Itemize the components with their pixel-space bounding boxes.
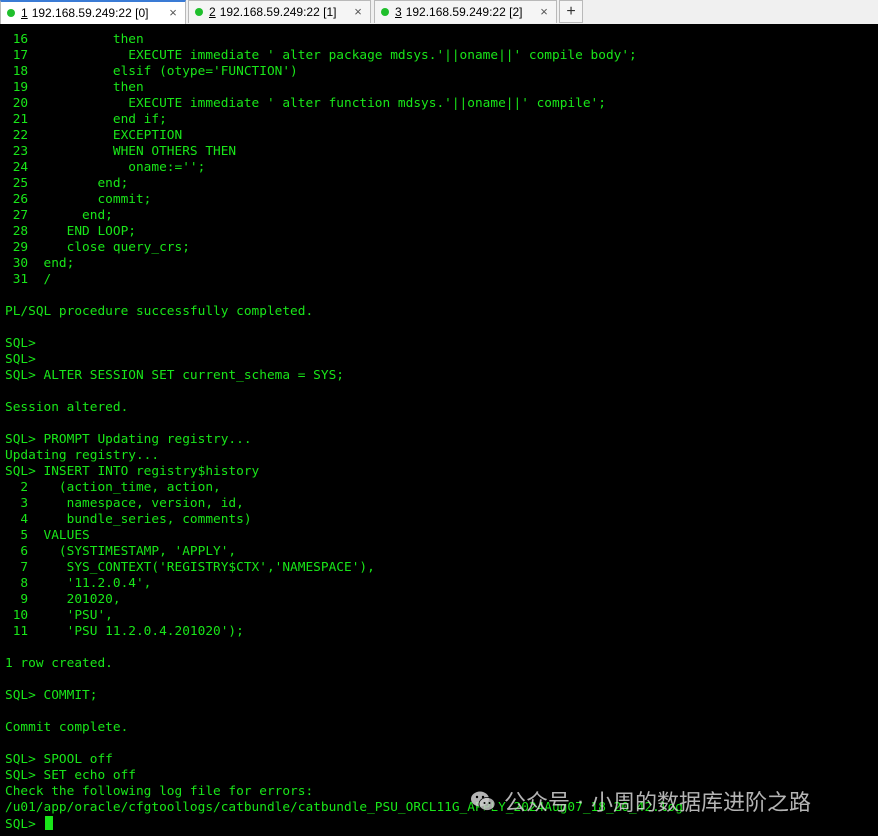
watermark: 公众号 · 小周的数据库进阶之路 [470,786,811,816]
text-cursor [44,816,53,830]
connected-status-icon [381,8,389,16]
tab-number: 2 [209,5,216,19]
terminal-line: SQL> [5,352,36,367]
terminal-line: 20 EXECUTE immediate ' alter function md… [5,96,606,111]
session-tab-1[interactable]: 1 192.168.59.249:22 [0] × [0,0,186,24]
tab-bar: 1 192.168.59.249:22 [0] × 2 192.168.59.2… [0,0,878,25]
terminal-line: 6 (SYSTIMESTAMP, 'APPLY', [5,544,237,559]
terminal-output[interactable]: 16 then 17 EXECUTE immediate ' alter pac… [0,24,878,836]
session-tab-2[interactable]: 2 192.168.59.249:22 [1] × [188,0,371,23]
terminal-line: 21 end if; [5,112,167,127]
terminal-line: 3 namespace, version, id, [5,496,244,511]
terminal-line: Session altered. [5,400,129,415]
terminal-line: 31 / [5,272,52,287]
terminal-line: 30 end; [5,256,75,271]
terminal-line: 28 END LOOP; [5,224,136,239]
terminal-line: 5 VALUES [5,528,90,543]
new-tab-button[interactable]: + [559,0,583,23]
close-icon[interactable]: × [352,4,364,19]
watermark-text: 公众号 · 小周的数据库进阶之路 [504,791,811,816]
terminal-line: SQL> COMMIT; [5,688,98,703]
close-icon[interactable]: × [538,4,550,19]
connected-status-icon [195,8,203,16]
terminal-line: 29 close query_crs; [5,240,190,255]
terminal-line: SQL> INSERT INTO registry$history [5,464,260,479]
terminal-line: 9 201020, [5,592,121,607]
terminal-lines: 16 then 17 EXECUTE immediate ' alter pac… [5,32,878,816]
terminal-line: Updating registry... [5,448,160,463]
prompt-line[interactable]: SQL> [5,816,878,832]
tab-label: 192.168.59.249:22 [0] [31,6,149,20]
terminal-line: 11 'PSU 11.2.0.4.201020'); [5,624,244,639]
connected-status-icon [7,9,15,17]
terminal-line: 23 WHEN OTHERS THEN [5,144,237,159]
terminal-line: 27 end; [5,208,113,223]
terminal-line: SQL> ALTER SESSION SET current_schema = … [5,368,344,383]
terminal-line: 10 'PSU', [5,608,113,623]
terminal-line: SQL> PROMPT Updating registry... [5,432,252,447]
terminal-line: 1 row created. [5,656,113,671]
terminal-line: Commit complete. [5,720,129,735]
terminal-line: 8 '11.2.0.4', [5,576,152,591]
sql-prompt: SQL> [5,817,44,832]
terminal-line: 26 commit; [5,192,152,207]
terminal-line: SQL> SET echo off [5,768,136,783]
terminal-line: 17 EXECUTE immediate ' alter package mds… [5,48,637,63]
session-tab-3[interactable]: 3 192.168.59.249:22 [2] × [374,0,557,23]
terminal-line: 18 elsif (otype='FUNCTION') [5,64,298,79]
terminal-line: 25 end; [5,176,129,191]
terminal-line: 19 then [5,80,144,95]
wechat-icon [471,791,496,811]
terminal-line: 4 bundle_series, comments) [5,512,252,527]
terminal-line: SQL> [5,336,36,351]
terminal-line: PL/SQL procedure successfully completed. [5,304,314,319]
terminal-line: 22 EXCEPTION [5,128,183,143]
terminal-line: 24 oname:=''; [5,160,206,175]
terminal-line: SQL> SPOOL off [5,752,113,767]
close-icon[interactable]: × [167,5,179,20]
tab-number: 3 [395,5,402,19]
tab-label: 192.168.59.249:22 [1] [219,5,337,19]
tab-number: 1 [21,6,28,20]
tab-label: 192.168.59.249:22 [2] [405,5,523,19]
terminal-line: 16 then [5,32,144,47]
terminal-line: 7 SYS_CONTEXT('REGISTRY$CTX','NAMESPACE'… [5,560,375,575]
terminal-line: 2 (action_time, action, [5,480,221,495]
